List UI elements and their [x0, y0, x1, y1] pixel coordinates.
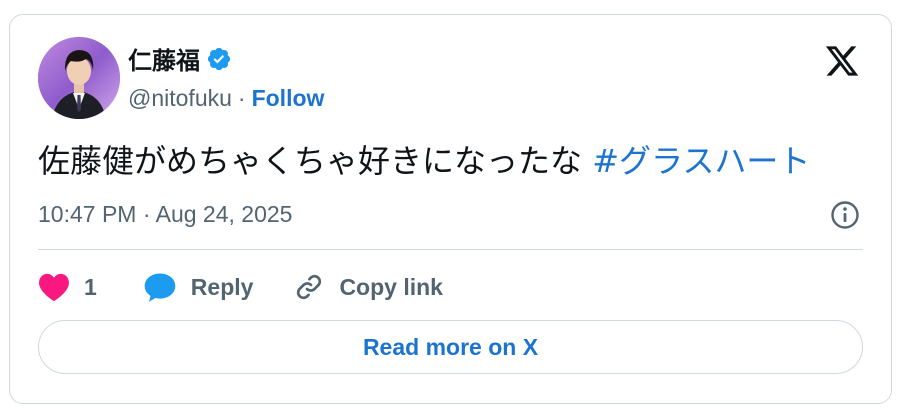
- tweet-text: 佐藤健がめちゃくちゃ好きになったな #グラスハート: [38, 141, 810, 181]
- author-name-row: 仁藤福: [128, 41, 232, 76]
- divider: [38, 249, 863, 250]
- read-more-button[interactable]: Read more on X: [38, 320, 863, 374]
- embedded-tweet-card[interactable]: 仁藤福 @nitofuku · Follow 佐藤健がめちゃくちゃ好きになったな…: [9, 14, 892, 404]
- info-icon[interactable]: [829, 199, 861, 231]
- verified-badge-icon: [207, 47, 231, 70]
- author-handle-row: @nitofuku · Follow: [128, 85, 324, 112]
- follow-button[interactable]: Follow: [252, 85, 325, 112]
- reply-action[interactable]: Reply: [143, 271, 254, 303]
- link-icon: [297, 274, 322, 300]
- handle-separator: ·: [237, 85, 246, 111]
- tweet-timestamp[interactable]: 10:47 PM · Aug 24, 2025: [38, 201, 292, 228]
- reply-label: Reply: [190, 273, 254, 300]
- avatar[interactable]: [38, 37, 120, 119]
- tweet-body: 佐藤健がめちゃくちゃ好きになったな: [38, 142, 583, 180]
- like-action[interactable]: 1: [38, 272, 97, 302]
- copy-link-label: Copy link: [339, 273, 443, 300]
- hashtag-link[interactable]: #グラスハート: [592, 142, 810, 180]
- like-count: 1: [84, 273, 97, 300]
- heart-icon: [39, 273, 69, 302]
- author-handle[interactable]: @nitofuku: [128, 85, 232, 112]
- x-logo-icon[interactable]: [823, 43, 861, 79]
- copy-link-action[interactable]: Copy link: [293, 271, 443, 303]
- reply-bubble-icon: [144, 273, 176, 302]
- author-display-name[interactable]: 仁藤福: [128, 41, 200, 76]
- avatar-image: [38, 37, 120, 119]
- action-bar: 1 Reply Copy link: [38, 267, 483, 307]
